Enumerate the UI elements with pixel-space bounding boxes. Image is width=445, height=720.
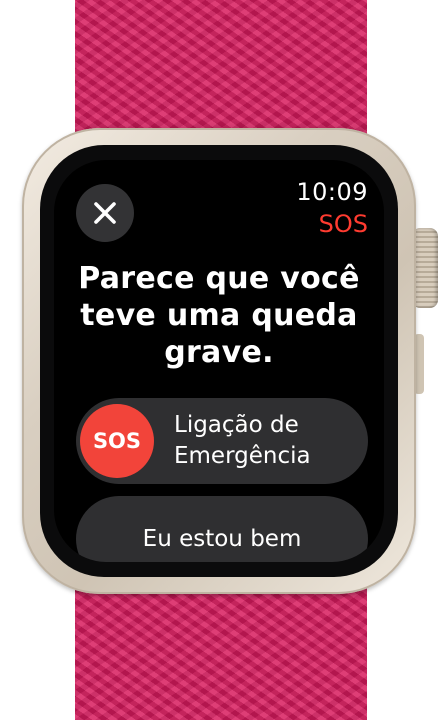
close-icon bbox=[94, 202, 116, 224]
im-okay-button[interactable]: Eu estou bem bbox=[76, 496, 368, 562]
sos-slider-knob[interactable]: SOS bbox=[80, 404, 154, 478]
status-time: 10:09 bbox=[296, 178, 368, 206]
watch-screen: 10:09 SOS Parece que você teve uma queda… bbox=[54, 160, 384, 562]
emergency-call-slider[interactable]: SOS Ligação de Emergência bbox=[76, 398, 368, 484]
emergency-call-label: Ligação de Emergência bbox=[174, 412, 311, 469]
close-button[interactable] bbox=[76, 184, 134, 242]
sos-status-label: SOS bbox=[318, 210, 368, 238]
im-okay-label: Eu estou bem bbox=[142, 526, 302, 552]
fall-alert-message: Parece que você teve uma queda grave. bbox=[78, 261, 360, 370]
